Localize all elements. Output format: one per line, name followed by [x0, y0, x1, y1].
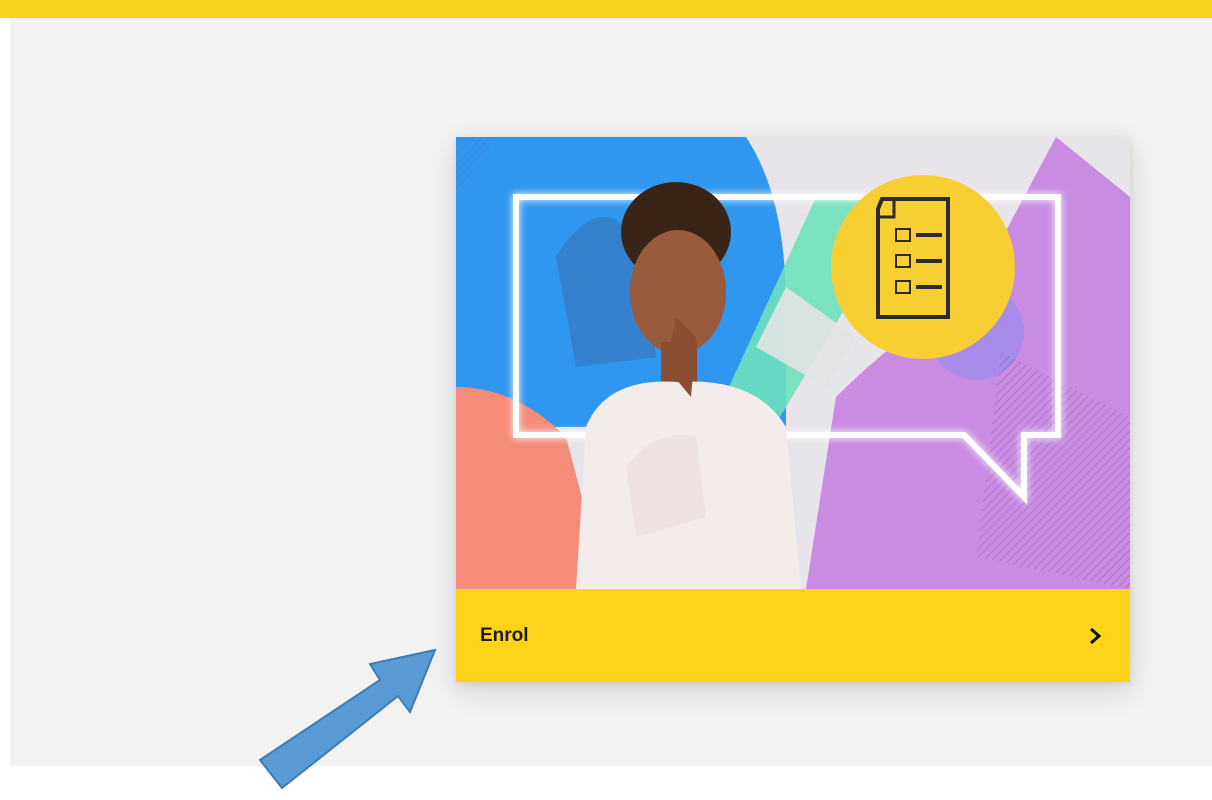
- chevron-right-icon: [1090, 627, 1102, 645]
- enrol-button[interactable]: Enrol: [456, 589, 1130, 682]
- top-accent-bar: [0, 0, 1212, 18]
- checklist-document-icon: [831, 175, 1015, 359]
- enrol-button-label: Enrol: [480, 625, 529, 646]
- blue-pointer-arrow: [258, 648, 437, 790]
- card-hero-image: [456, 137, 1130, 589]
- enrol-card[interactable]: Enrol: [456, 137, 1130, 682]
